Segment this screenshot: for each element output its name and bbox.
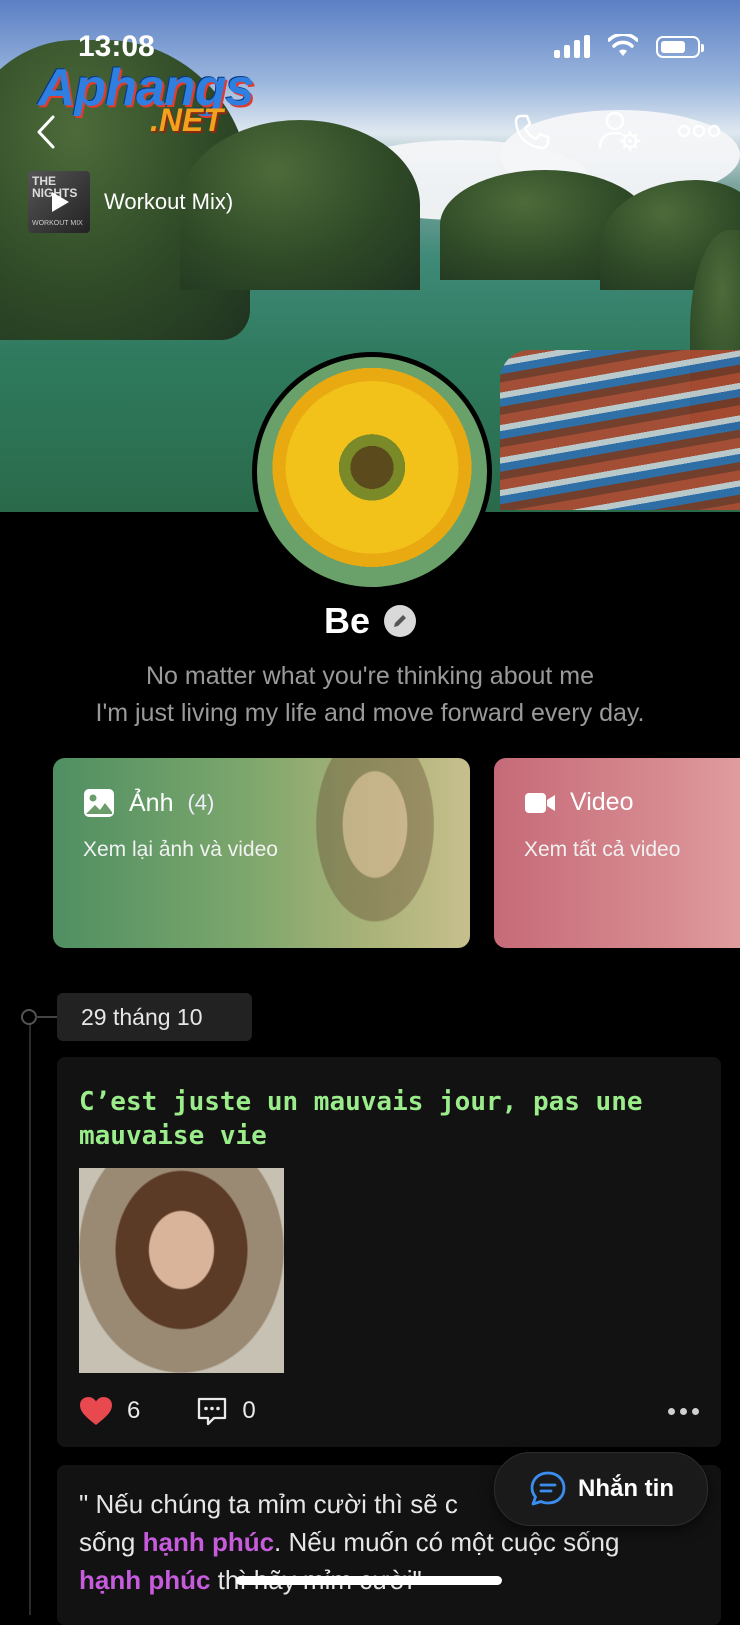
like-count: 6 <box>127 1397 141 1424</box>
edit-name-button[interactable] <box>384 605 417 637</box>
photos-subtitle: Xem lại ảnh và video <box>83 838 278 861</box>
avatar[interactable] <box>252 352 492 592</box>
quote-part-1: " Nếu chúng ta mỉm cười thì sẽ c <box>79 1489 458 1519</box>
phone-icon <box>514 114 550 150</box>
battery-icon <box>656 36 704 58</box>
watermark-suffix: .NET <box>150 102 223 138</box>
image-icon <box>84 789 114 817</box>
comment-count: 0 <box>242 1397 256 1424</box>
profile-music[interactable]: THE NIGHTS WORKOUT MIX Workout Mix) <box>28 171 234 233</box>
bio-line-2: I'm just living my life and move forward… <box>95 699 645 727</box>
signal-icon <box>554 34 590 58</box>
name-row: Be <box>0 600 740 642</box>
photos-card[interactable]: Ảnh (4) Xem lại ảnh và video <box>53 758 470 948</box>
photos-count: (4) <box>187 790 215 815</box>
post-text: C’est juste un mauvais jour, pas une mau… <box>79 1087 643 1151</box>
heart-icon <box>80 1397 112 1425</box>
post-photo[interactable] <box>79 1168 284 1373</box>
timeline-date: 29 tháng 10 <box>57 993 252 1041</box>
user-gear-icon <box>598 111 641 152</box>
videos-card[interactable]: Video Xem tất cả video <box>494 758 740 948</box>
back-button[interactable] <box>26 112 66 152</box>
dot-icon <box>680 1407 687 1415</box>
profile-settings-button[interactable] <box>596 108 642 154</box>
chat-bubble-icon <box>530 1471 566 1506</box>
post-card[interactable]: C’est juste un mauvais jour, pas une mau… <box>57 1057 721 1447</box>
videos-label: Video <box>570 788 634 816</box>
home-indicator <box>236 1576 502 1585</box>
quote-part-2: sống <box>79 1527 143 1557</box>
music-thumb-sub: WORKOUT MIX <box>32 220 83 227</box>
like-button[interactable]: 6 <box>79 1396 140 1426</box>
bio-line-1: No matter what you're thinking about me <box>145 662 595 690</box>
quote-part-3: . Nếu muốn có một cuộc sống <box>274 1527 620 1557</box>
post-actions: 6 0 <box>79 1395 699 1427</box>
comment-icon <box>198 1397 227 1426</box>
boats <box>500 350 740 510</box>
status-icons <box>554 34 704 58</box>
card-background-photo <box>300 758 450 948</box>
music-title: Workout Mix) <box>104 189 234 214</box>
message-button[interactable]: Nhắn tin <box>494 1452 708 1526</box>
more-button[interactable] <box>676 115 722 147</box>
quote-highlight-2: hạnh phúc <box>79 1565 211 1595</box>
photos-label: Ảnh <box>129 788 174 817</box>
post-more-button[interactable] <box>668 1407 699 1415</box>
timeline-branch <box>35 1016 57 1018</box>
comment-button[interactable]: 0 <box>196 1395 256 1427</box>
music-thumbnail: THE NIGHTS WORKOUT MIX <box>28 171 90 233</box>
photos-card-title: Ảnh (4) <box>83 788 214 818</box>
quote-highlight-1: hạnh phúc <box>142 1527 275 1557</box>
dot-icon <box>692 1407 699 1415</box>
play-icon <box>52 192 69 212</box>
call-button[interactable] <box>510 110 554 154</box>
profile-name: Be <box>323 600 371 641</box>
message-button-label: Nhắn tin <box>578 1475 674 1502</box>
ellipsis-icon <box>677 124 721 138</box>
videos-subtitle: Xem tất cả video <box>524 838 681 861</box>
wifi-icon <box>608 34 638 56</box>
pencil-icon <box>394 615 407 627</box>
dot-icon <box>668 1407 675 1415</box>
timeline-line <box>29 1015 31 1615</box>
videos-card-title: Video <box>524 788 634 817</box>
video-camera-icon <box>525 792 555 813</box>
chevron-left-icon <box>37 115 55 149</box>
